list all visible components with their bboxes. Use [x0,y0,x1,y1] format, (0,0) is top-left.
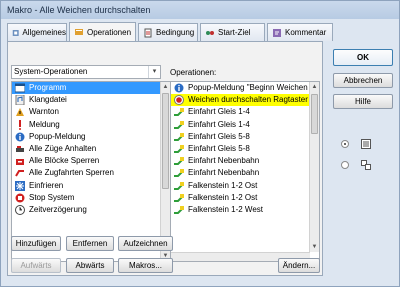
tab-label: Allgemeines [22,28,66,37]
macros-button[interactable]: Makros... [118,258,173,273]
tab-label: Operationen [87,27,132,37]
operations-tab-icon [75,29,83,35]
help-button[interactable]: Hilfe [333,94,393,109]
stop-system-icon [15,193,25,203]
tile-view-icon [361,160,371,170]
scrollbar[interactable]: ▲ ▼ [309,82,319,252]
tab-bedingung[interactable]: Bedingung [138,23,198,41]
operations-list[interactable]: Popup-Meldung "Beginn Weichen du Weichen… [170,81,320,262]
list-item[interactable]: Klangdatei [12,94,170,106]
tab-label: Bedingung [156,28,195,37]
cancel-button[interactable]: Abbrechen [333,73,393,88]
start-target-tab-icon [206,30,214,35]
route-icon [174,108,184,117]
tab-allgemeines[interactable]: Allgemeines [7,23,67,41]
operations-label: Operationen: [170,68,217,77]
route-icon [174,193,184,202]
route-icon [174,144,184,153]
list-item[interactable]: Einfahrt Gleis 1-4 [171,106,319,118]
category-select[interactable]: System-Operationen ▾ [11,65,161,79]
comment-tab-icon [273,28,281,37]
warning-tone-icon [16,108,24,117]
list-item[interactable]: Alle Blöcke Sperren [12,155,170,167]
list-item[interactable]: Warnton [12,106,170,118]
add-button[interactable]: Hinzufügen [11,236,61,251]
list-item[interactable]: Programm [12,82,170,95]
scroll-thumb[interactable] [311,94,318,134]
list-item[interactable]: Popup-Meldung "Beginn Weichen du [171,82,319,94]
lock-blocks-icon [16,159,24,166]
title-bar: Makro - Alle Weichen durchschalten [1,1,399,19]
sound-file-icon [15,95,25,106]
list-item[interactable]: Falkenstein 1-2 West [171,204,319,216]
condition-tab-icon [144,28,152,37]
list-item[interactable]: Popup-Meldung [12,131,170,143]
system-operations-list[interactable]: Programm Klangdatei Warnton Meldung Popu… [11,81,171,262]
operations-panel: System-Operationen ▾ Operationen: Progra… [7,41,323,276]
scroll-up-icon[interactable]: ▲ [161,82,170,92]
list-view-radio[interactable] [341,140,349,148]
route-icon [174,157,184,166]
list-view-icon [361,139,371,149]
stop-trains-icon [16,145,24,152]
list-item[interactable]: Einfahrt Gleis 5-8 [171,131,319,143]
tab-start-ziel[interactable]: Start-Ziel [200,23,265,41]
popup-message-icon [15,132,25,142]
change-button[interactable]: Ändern... [278,258,320,273]
list-item[interactable]: Einfahrt Gleis 5-8 [171,143,319,155]
chevron-down-icon[interactable]: ▾ [148,66,160,78]
category-select-value: System-Operationen [14,67,88,76]
remove-button[interactable]: Entfernen [66,236,114,251]
program-icon [15,83,25,93]
tab-label: Start-Ziel [218,28,251,37]
scroll-up-icon[interactable]: ▲ [310,82,319,92]
tile-view-radio[interactable] [341,161,349,169]
list-item[interactable]: Falkenstein 1-2 Ost [171,192,319,204]
list-item[interactable]: Einfrieren [12,180,170,192]
ok-button[interactable]: OK [333,49,393,66]
route-icon [174,169,184,178]
move-up-button[interactable]: Aufwärts [11,258,61,273]
list-item[interactable]: Weichen durchschalten Ragtaster [171,94,319,107]
freeze-icon [15,180,25,191]
list-item[interactable]: Stop System [12,192,170,204]
list-item[interactable]: Einfahrt Nebenbahn [171,155,319,167]
route-icon [174,205,184,214]
delay-icon [15,204,25,215]
move-down-button[interactable]: Abwärts [66,258,114,273]
scroll-down-icon[interactable]: ▼ [310,242,319,252]
macro-dialog: Makro - Alle Weichen durchschalten Allge… [0,0,400,287]
record-button[interactable]: Aufzeichnen [118,236,173,251]
message-icon [19,119,21,130]
route-icon [174,181,184,190]
record-icon [174,95,184,106]
list-item[interactable]: Zeitverzögerung [12,204,170,216]
route-icon [174,132,184,141]
tab-kommentar[interactable]: Kommentar [267,23,333,41]
list-item[interactable]: Einfahrt Gleis 1-4 [171,119,319,131]
settings-tab-icon [12,29,19,36]
window-title: Makro - Alle Weichen durchschalten [7,5,151,15]
tab-operationen[interactable]: Operationen [69,22,136,41]
list-item[interactable]: Alle Zugfahrten Sperren [12,167,170,179]
tab-bar: Allgemeines Operationen Bedingung Start-… [7,22,337,41]
list-item[interactable]: Falkenstein 1-2 Ost [171,180,319,192]
scrollbar[interactable]: ▲ ▼ [160,82,170,261]
list-item[interactable]: Alle Züge Anhalten [12,143,170,155]
list-item[interactable]: Meldung [12,119,170,131]
scroll-thumb[interactable] [162,93,169,189]
list-item[interactable]: Einfahrt Nebenbahn [171,167,319,179]
lock-routes-icon [15,170,24,177]
popup-message-icon [174,83,184,93]
tab-label: Kommentar [285,28,327,37]
route-icon [174,120,184,129]
